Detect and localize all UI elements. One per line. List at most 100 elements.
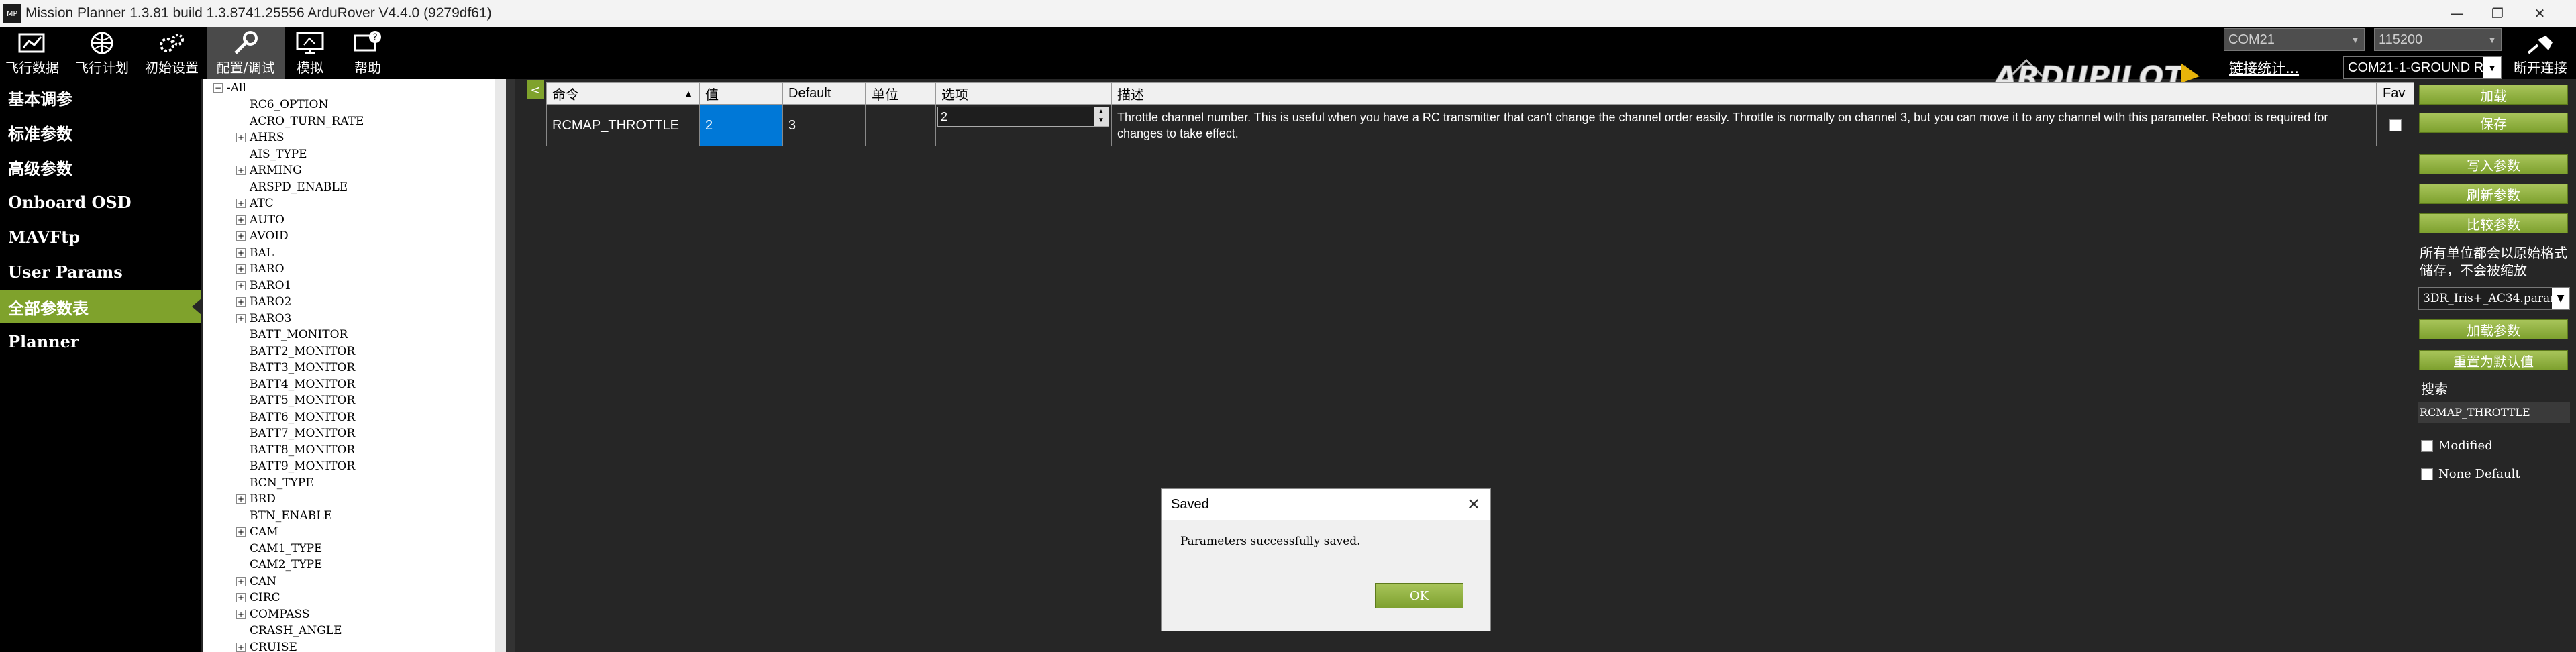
menu-simulation[interactable]: 模拟: [286, 27, 334, 79]
expand-icon[interactable]: +: [236, 642, 246, 652]
reset-default-button[interactable]: 重置为默认值: [2419, 350, 2568, 370]
maximize-icon[interactable]: ❐: [2477, 0, 2518, 27]
expand-icon[interactable]: +: [236, 297, 246, 307]
tree-item[interactable]: BARO3: [250, 311, 291, 327]
tree-item[interactable]: ACRO_TURN_RATE: [250, 113, 364, 129]
sidebar-item-mavftp[interactable]: MAVFtp: [0, 220, 201, 254]
expand-icon[interactable]: +: [236, 199, 246, 208]
expand-icon[interactable]: +: [236, 609, 246, 619]
sidebar-item-advanced-params[interactable]: 高级参数: [0, 150, 201, 184]
col-header-options[interactable]: 选项: [935, 82, 1111, 105]
spin-arrows-icon[interactable]: ▲ ▼: [1094, 107, 1109, 126]
expand-icon[interactable]: +: [236, 280, 246, 290]
ok-button[interactable]: OK: [1375, 583, 1463, 608]
disconnect-button[interactable]: 断开连接: [2507, 27, 2574, 79]
sidebar-item-basic-tuning[interactable]: 基本调参: [0, 80, 201, 114]
tree-item[interactable]: COMPASS: [250, 606, 310, 622]
expand-icon[interactable]: +: [236, 264, 246, 274]
tree-item[interactable]: CAM2_TYPE: [250, 557, 322, 573]
tree-item[interactable]: BATT6_MONITOR: [250, 409, 355, 425]
tree-item[interactable]: AUTO: [250, 212, 285, 228]
sidebar-item-full-param-list[interactable]: 全部参数表: [0, 290, 201, 323]
expand-icon[interactable]: +: [236, 313, 246, 323]
tree-item[interactable]: CAN: [250, 574, 276, 590]
tree-item[interactable]: AVOID: [250, 228, 289, 244]
expand-icon[interactable]: +: [236, 133, 246, 142]
options-stepper[interactable]: 2 ▲ ▼: [937, 107, 1109, 127]
sidebar-item-user-params[interactable]: User Params: [0, 255, 201, 288]
tree-item[interactable]: BTN_ENABLE: [250, 508, 332, 524]
tree-root[interactable]: -All: [227, 80, 246, 96]
cell-options[interactable]: 2 ▲ ▼: [935, 105, 1111, 146]
sidebar-item-onboard-osd[interactable]: Onboard OSD: [0, 185, 201, 219]
load-preset-button[interactable]: 加载参数: [2419, 319, 2568, 339]
load-button[interactable]: 加载: [2419, 85, 2568, 105]
tree-scrollbar[interactable]: [495, 79, 506, 652]
tree-item[interactable]: BARO1: [250, 278, 291, 294]
com-port-select[interactable]: COM21 ▼: [2224, 28, 2365, 51]
tree-item[interactable]: BATT5_MONITOR: [250, 392, 355, 409]
sidebar-item-planner[interactable]: Planner: [0, 325, 201, 358]
tree-item[interactable]: BATT9_MONITOR: [250, 458, 355, 474]
menu-flight-data[interactable]: 飞行数据: [3, 27, 62, 79]
panel-splitter[interactable]: [506, 79, 515, 652]
link-stats-link[interactable]: 链接统计...: [2229, 58, 2299, 78]
collapse-tree-button[interactable]: <: [527, 80, 544, 99]
tree-item[interactable]: CIRC: [250, 590, 280, 606]
menu-config-tuning[interactable]: 配置/调试: [207, 27, 285, 79]
collapse-icon[interactable]: −: [213, 83, 223, 93]
connection-select[interactable]: COM21-1-GROUND RC ▼: [2343, 56, 2502, 79]
tree-item[interactable]: ARMING: [250, 162, 302, 178]
minimize-icon[interactable]: —: [2437, 0, 2477, 27]
tree-item[interactable]: ATC: [250, 195, 274, 211]
expand-icon[interactable]: +: [236, 576, 246, 586]
tree-item[interactable]: BATT8_MONITOR: [250, 442, 355, 458]
tree-item[interactable]: CRASH_ANGLE: [250, 622, 342, 639]
tree-item[interactable]: CAM1_TYPE: [250, 541, 322, 557]
tree-item[interactable]: BATT2_MONITOR: [250, 343, 355, 360]
tree-item[interactable]: BARO2: [250, 294, 291, 310]
expand-icon[interactable]: +: [236, 231, 246, 241]
col-header-units[interactable]: 单位: [866, 82, 935, 105]
cell-command[interactable]: RCMAP_THROTTLE: [546, 105, 699, 146]
menu-flight-plan[interactable]: 飞行计划: [70, 27, 134, 79]
expand-icon[interactable]: +: [236, 248, 246, 258]
tree-item[interactable]: BATT_MONITOR: [250, 327, 348, 343]
expand-icon[interactable]: +: [236, 527, 246, 537]
close-icon[interactable]: ✕: [2520, 0, 2560, 27]
compare-params-button[interactable]: 比较参数: [2419, 213, 2568, 233]
refresh-params-button[interactable]: 刷新参数: [2419, 184, 2568, 204]
expand-icon[interactable]: +: [236, 215, 246, 225]
none-default-checkbox[interactable]: [2421, 468, 2433, 480]
tree-item[interactable]: RC6_OPTION: [250, 97, 328, 113]
tree-item[interactable]: AHRS: [250, 129, 285, 146]
col-header-command[interactable]: 命令 ▲: [546, 82, 699, 105]
tree-item[interactable]: BATT7_MONITOR: [250, 425, 355, 441]
sidebar-item-standard-params[interactable]: 标准参数: [0, 115, 201, 149]
tree-item[interactable]: BARO: [250, 261, 285, 277]
expand-icon[interactable]: +: [236, 494, 246, 504]
expand-icon[interactable]: +: [236, 593, 246, 602]
tree-item[interactable]: BCN_TYPE: [250, 475, 314, 491]
fav-checkbox[interactable]: [2389, 119, 2402, 131]
tree-item[interactable]: BRD: [250, 491, 276, 507]
tree-item[interactable]: BATT4_MONITOR: [250, 376, 355, 392]
baud-rate-select[interactable]: 115200 ▼: [2374, 28, 2502, 51]
col-header-default[interactable]: Default: [782, 82, 866, 105]
close-icon[interactable]: ✕: [1463, 494, 1484, 514]
param-file-select[interactable]: 3DR_Iris+_AC34.param ▼: [2418, 287, 2570, 310]
tree-item[interactable]: BAL: [250, 245, 274, 261]
col-header-description[interactable]: 描述: [1111, 82, 2377, 105]
tree-item[interactable]: CAM: [250, 524, 278, 540]
col-header-fav[interactable]: Fav: [2377, 82, 2414, 105]
tree-item[interactable]: AIS_TYPE: [250, 146, 307, 162]
expand-icon[interactable]: +: [236, 166, 246, 175]
write-params-button[interactable]: 写入参数: [2419, 154, 2568, 174]
cell-value[interactable]: 2: [699, 105, 782, 146]
cell-fav[interactable]: [2377, 105, 2414, 146]
col-header-value[interactable]: 值: [699, 82, 782, 105]
save-button[interactable]: 保存: [2419, 113, 2568, 133]
menu-initial-setup[interactable]: 初始设置: [140, 27, 204, 79]
search-input[interactable]: RCMAP_THROTTLE: [2418, 402, 2570, 423]
tree-item[interactable]: BATT3_MONITOR: [250, 360, 355, 376]
